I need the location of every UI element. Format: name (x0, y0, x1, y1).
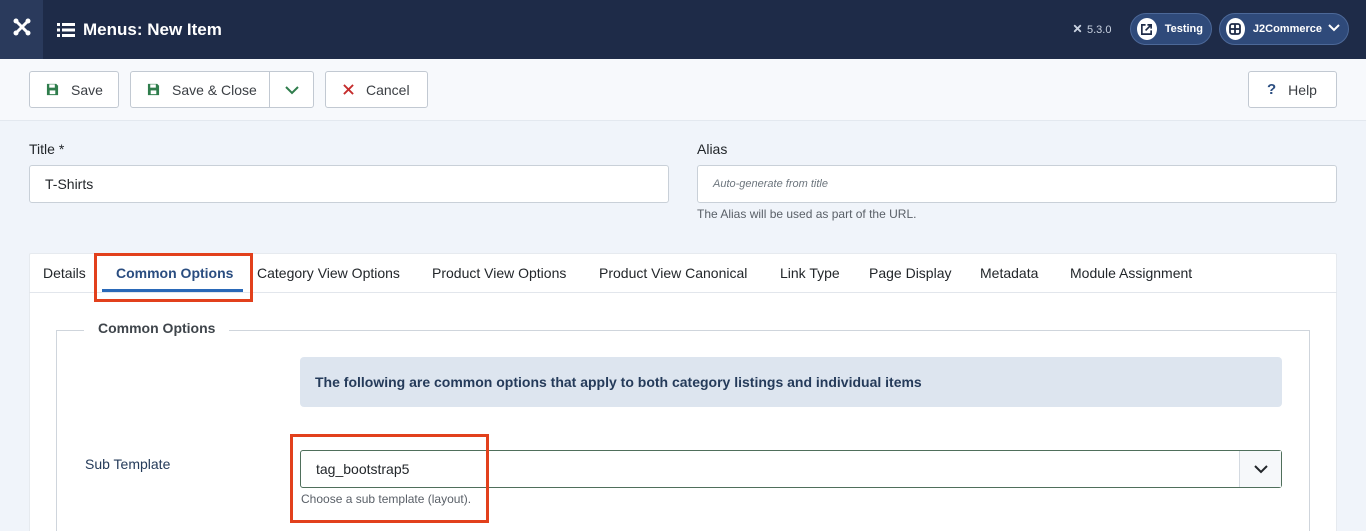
joomla-icon (12, 17, 32, 42)
list-icon (57, 22, 75, 38)
joomla-icon (1072, 23, 1087, 37)
tab-metadata[interactable]: Metadata (980, 253, 1038, 293)
alias-input[interactable]: Auto-generate from title (697, 165, 1337, 203)
save-icon (46, 83, 59, 96)
site-link-button[interactable]: Testing (1130, 13, 1212, 45)
fieldset-legend: Common Options (84, 320, 230, 336)
help-icon: ? (1267, 81, 1277, 98)
external-link-icon (1137, 18, 1157, 40)
site-link-label: Testing (1164, 23, 1203, 35)
toolbar: Save Save & Close Cancel ? Help (0, 59, 1366, 121)
user-menu-label: J2Commerce (1252, 23, 1322, 35)
help-label: Help (1288, 81, 1317, 98)
cancel-button[interactable]: Cancel (325, 71, 428, 108)
chevron-down-icon (1328, 23, 1340, 35)
highlight-box-select (290, 434, 489, 523)
version-text: 5.3.0 (1087, 23, 1112, 36)
page-title: Menus: New Item (57, 0, 222, 59)
chevron-down-icon (284, 82, 299, 98)
tab-product-view-options[interactable]: Product View Options (432, 253, 566, 293)
chevron-down-icon (1239, 451, 1281, 487)
title-input[interactable]: T-Shirts (29, 165, 669, 203)
tab-page-display[interactable]: Page Display (869, 253, 952, 293)
help-button[interactable]: ? Help (1248, 71, 1337, 108)
tab-module-assignment[interactable]: Module Assignment (1070, 253, 1192, 293)
tab-details[interactable]: Details (43, 253, 86, 293)
tab-link-type[interactable]: Link Type (780, 253, 840, 293)
joomla-logo[interactable] (0, 0, 43, 59)
version-label: 5.3.0 (1072, 0, 1111, 59)
alias-hint: The Alias will be used as part of the UR… (697, 207, 917, 221)
save-icon (147, 83, 160, 96)
tab-category-view-options[interactable]: Category View Options (257, 253, 400, 293)
save-close-label: Save & Close (172, 81, 257, 98)
page-title-text: Menus: New Item (83, 19, 222, 39)
save-button[interactable]: Save (29, 71, 119, 108)
sub-template-label: Sub Template (85, 456, 171, 472)
save-label: Save (71, 81, 103, 98)
grid-icon (1226, 18, 1245, 40)
close-icon (343, 84, 354, 95)
user-menu-button[interactable]: J2Commerce (1219, 13, 1349, 45)
cancel-label: Cancel (366, 81, 410, 98)
title-label: Title * (29, 141, 65, 157)
app-header: Menus: New Item 5.3.0 Testing J2Commerce (0, 0, 1366, 59)
tab-product-view-canonical[interactable]: Product View Canonical (599, 253, 747, 293)
save-options-dropdown[interactable] (269, 71, 314, 108)
save-close-button[interactable]: Save & Close (130, 71, 270, 108)
highlight-box-tab (94, 253, 253, 302)
info-alert: The following are common options that ap… (300, 357, 1282, 407)
alias-label: Alias (697, 141, 728, 157)
